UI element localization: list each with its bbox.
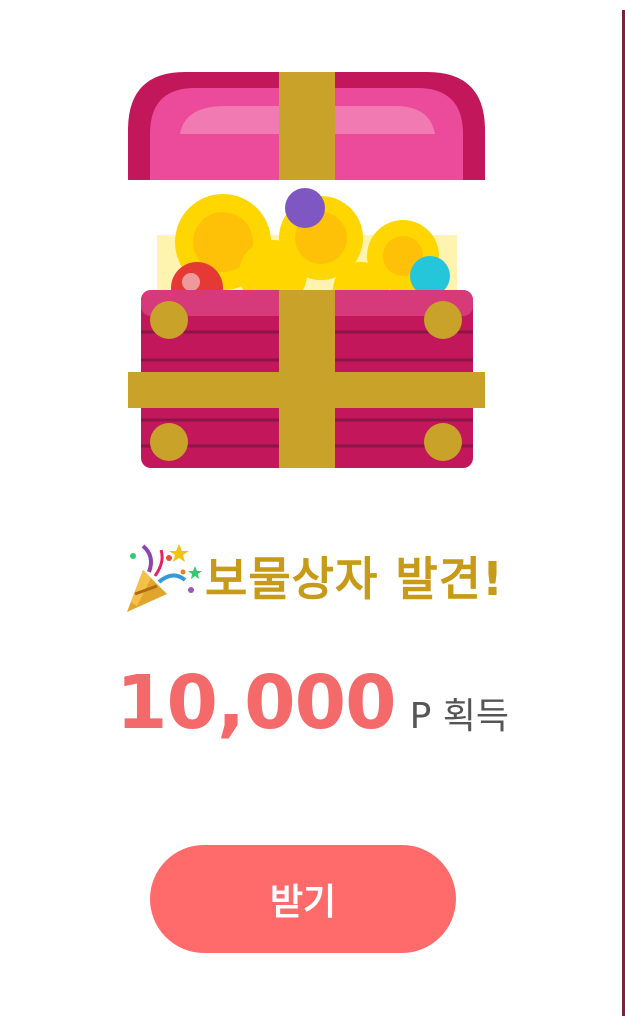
reward-popup: 보물상자 발견! 10,000 P 획득 받기 bbox=[0, 0, 625, 1016]
receive-button[interactable]: 받기 bbox=[150, 845, 456, 953]
reward-amount: 10,000 bbox=[116, 660, 397, 746]
treasure-chest-icon bbox=[125, 70, 490, 470]
modal-corner bbox=[601, 0, 625, 24]
reward-row: 10,000 P 획득 bbox=[0, 660, 625, 760]
popup-title-row: 보물상자 발견! bbox=[0, 536, 625, 616]
party-popper-icon bbox=[121, 536, 205, 616]
reward-unit-label: P 획득 bbox=[409, 696, 509, 737]
popup-title: 보물상자 발견! bbox=[205, 552, 504, 606]
